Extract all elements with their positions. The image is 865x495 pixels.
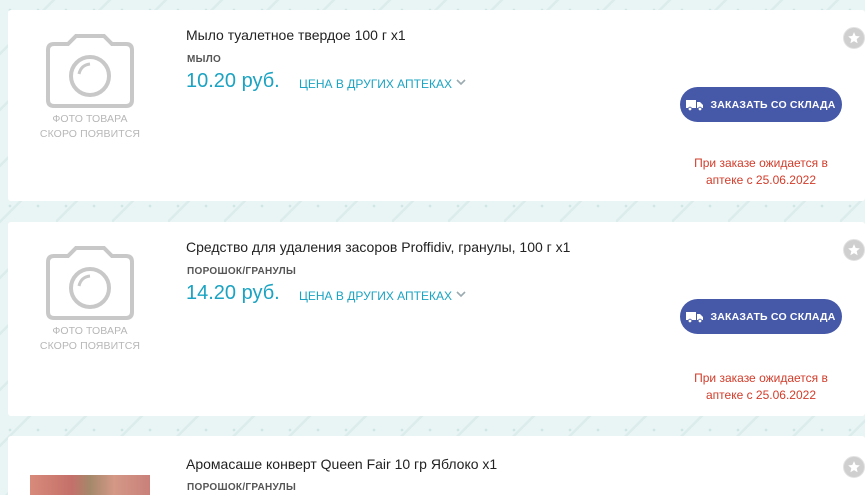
other-pharmacies-price-link[interactable]: ЦЕНА В ДРУГИХ АПТЕКАХ — [299, 289, 452, 303]
product-title[interactable]: Средство для удаления засоров Proffidiv,… — [186, 239, 570, 255]
expected-delivery-line-1: При заказе ожидается в — [694, 371, 828, 385]
product-photo-placeholder: ФОТО ТОВАРА СКОРО ПОЯВИТСЯ — [38, 246, 142, 358]
photo-caption-line-1: ФОТО ТОВАРА — [52, 325, 128, 337]
expected-delivery-line-1: При заказе ожидается в — [694, 156, 828, 170]
chevron-down-icon[interactable] — [455, 289, 467, 299]
favorite-button[interactable] — [843, 456, 865, 478]
photo-caption-line-2: СКОРО ПОЯВИТСЯ — [39, 340, 141, 352]
product-category: ПОРОШОК/ГРАНУЛЫ — [187, 482, 297, 493]
product-price: 14.20 руб. — [186, 282, 280, 304]
expected-delivery-note: При заказе ожидается в аптеке с 25.06.20… — [684, 155, 838, 189]
expected-delivery-note: При заказе ожидается в аптеке с 25.06.20… — [684, 370, 838, 404]
star-icon — [848, 244, 860, 256]
camera-icon — [46, 246, 134, 320]
camera-icon — [46, 34, 134, 108]
product-title[interactable]: Аромасаше конверт Queen Fair 10 гр Яблок… — [186, 456, 497, 472]
product-photo[interactable] — [30, 475, 150, 495]
product-card: ФОТО ТОВАРА СКОРО ПОЯВИТСЯ Мыло туалетно… — [8, 10, 865, 201]
order-button-label: ЗАКАЗАТЬ СО СКЛАДА — [710, 310, 836, 323]
star-icon — [848, 32, 860, 44]
product-category: ПОРОШОК/ГРАНУЛЫ — [187, 266, 297, 277]
product-price: 10.20 руб. — [186, 70, 280, 92]
expected-delivery-line-2: аптеке с 25.06.2022 — [706, 173, 816, 187]
product-category: МЫЛО — [187, 54, 222, 65]
product-card: ФОТО ТОВАРА СКОРО ПОЯВИТСЯ Средство для … — [8, 222, 865, 416]
chevron-down-icon[interactable] — [455, 77, 467, 87]
order-from-warehouse-button[interactable]: ЗАКАЗАТЬ СО СКЛАДА — [680, 299, 842, 334]
photo-caption-line-1: ФОТО ТОВАРА — [52, 113, 128, 125]
order-from-warehouse-button[interactable]: ЗАКАЗАТЬ СО СКЛАДА — [680, 87, 842, 122]
truck-icon — [686, 99, 704, 111]
product-title[interactable]: Мыло туалетное твердое 100 г x1 — [186, 27, 406, 43]
product-photo-placeholder: ФОТО ТОВАРА СКОРО ПОЯВИТСЯ — [38, 34, 142, 146]
favorite-button[interactable] — [843, 239, 865, 261]
expected-delivery-line-2: аптеке с 25.06.2022 — [706, 388, 816, 402]
star-icon — [848, 461, 860, 473]
other-pharmacies-price-link[interactable]: ЦЕНА В ДРУГИХ АПТЕКАХ — [299, 77, 452, 91]
product-card: Аромасаше конверт Queen Fair 10 гр Яблок… — [8, 436, 865, 495]
photo-caption-line-2: СКОРО ПОЯВИТСЯ — [39, 128, 141, 140]
truck-icon — [686, 311, 704, 323]
favorite-button[interactable] — [843, 27, 865, 49]
order-button-label: ЗАКАЗАТЬ СО СКЛАДА — [710, 98, 836, 111]
